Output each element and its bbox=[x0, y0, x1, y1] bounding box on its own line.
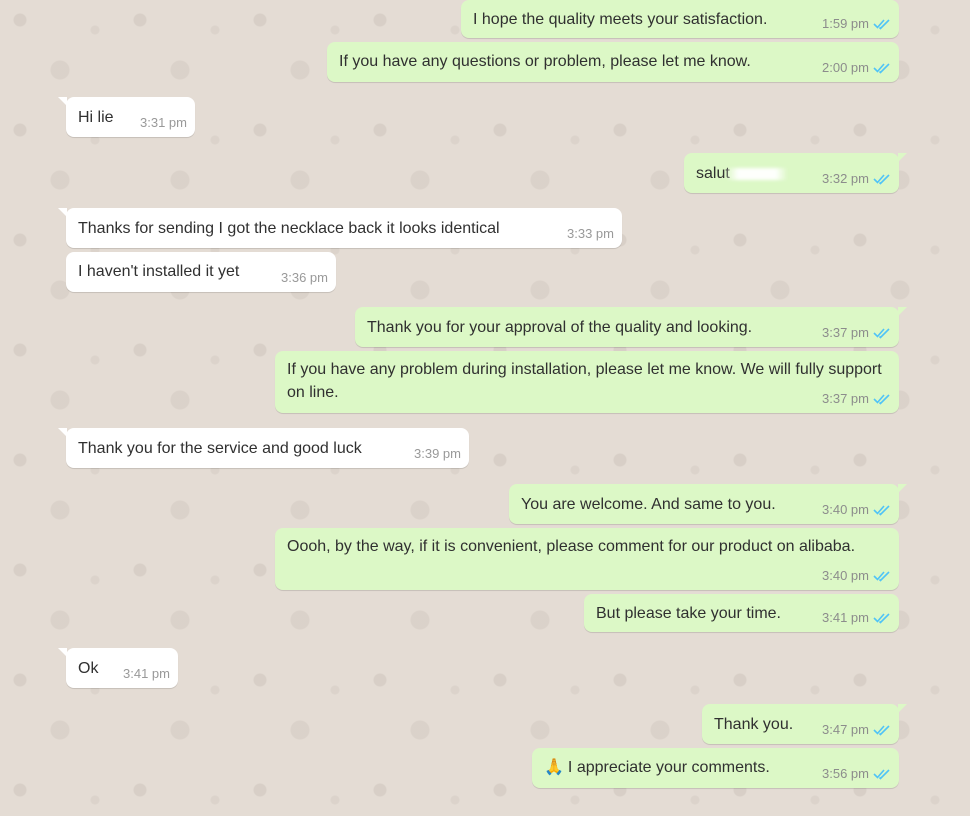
message-text: Thank you for the service and good luck bbox=[78, 440, 362, 457]
message-outgoing[interactable]: If you have any questions or problem, pl… bbox=[327, 42, 899, 82]
message-meta: 3:41 pm bbox=[123, 662, 170, 685]
double-check-icon bbox=[873, 62, 890, 74]
message-meta: 1:59 pm bbox=[822, 12, 891, 35]
message-meta: 3:47 pm bbox=[822, 718, 891, 741]
message-meta: 3:36 pm bbox=[281, 266, 328, 289]
message-time: 3:37 pm bbox=[822, 325, 869, 340]
message-incoming[interactable]: Hi lie 3:31 pm bbox=[58, 97, 195, 137]
message-text-visible: salut bbox=[696, 165, 730, 182]
message-meta: 3:40 pm bbox=[822, 498, 891, 521]
message-meta: 2:00 pm bbox=[822, 56, 891, 79]
message-text: If you have any questions or problem, pl… bbox=[339, 53, 751, 70]
double-check-icon bbox=[873, 768, 890, 780]
message-meta: 3:41 pm bbox=[822, 606, 891, 629]
folded-hands-emoji: 🙏 bbox=[544, 759, 564, 776]
message-meta: 3:31 pm bbox=[140, 111, 187, 134]
message-meta: 3:39 pm bbox=[414, 442, 461, 465]
message-time: 1:59 pm bbox=[822, 16, 869, 31]
message-meta: 3:37 pm bbox=[822, 387, 891, 410]
message-time: 3:47 pm bbox=[822, 722, 869, 737]
message-time: 3:32 pm bbox=[822, 171, 869, 186]
message-text: If you have any problem during installat… bbox=[287, 361, 882, 401]
message-text: Thank you for your approval of the quali… bbox=[367, 319, 753, 336]
message-outgoing[interactable]: Thank you for your approval of the quali… bbox=[355, 307, 907, 347]
double-check-icon bbox=[873, 570, 890, 582]
double-check-icon bbox=[873, 393, 890, 405]
message-meta: 3:40 pm bbox=[822, 564, 891, 587]
message-time: 3:33 pm bbox=[567, 226, 614, 241]
message-text: Thanks for sending I got the necklace ba… bbox=[78, 220, 500, 237]
message-text: 🙏 I appreciate your comments. bbox=[544, 756, 770, 779]
message-time: 3:37 pm bbox=[822, 391, 869, 406]
message-time: 3:41 pm bbox=[822, 610, 869, 625]
message-text: Hi lie bbox=[78, 109, 114, 126]
message-time: 3:41 pm bbox=[123, 666, 170, 681]
message-outgoing[interactable]: You are welcome. And same to you. 3:40 p… bbox=[509, 484, 907, 524]
message-text: Thank you. bbox=[714, 716, 794, 733]
double-check-icon bbox=[873, 504, 890, 516]
message-outgoing[interactable]: Thank you. 3:47 pm bbox=[702, 704, 907, 744]
message-meta: 3:33 pm bbox=[567, 222, 614, 245]
message-meta: 3:56 pm bbox=[822, 762, 891, 785]
message-time: 3:56 pm bbox=[822, 766, 869, 781]
message-time: 3:40 pm bbox=[822, 502, 869, 517]
message-time: 3:36 pm bbox=[281, 270, 328, 285]
message-time: 2:00 pm bbox=[822, 60, 869, 75]
message-time: 3:39 pm bbox=[414, 446, 461, 461]
message-text-body: I appreciate your comments. bbox=[567, 759, 770, 776]
double-check-icon bbox=[873, 724, 890, 736]
double-check-icon bbox=[873, 18, 890, 30]
message-text: You are welcome. And same to you. bbox=[521, 496, 776, 513]
message-meta: 3:32 pm bbox=[822, 167, 891, 190]
message-text: Ok bbox=[78, 660, 99, 677]
message-incoming[interactable]: Thank you for the service and good luck … bbox=[58, 428, 469, 468]
redacted-text bbox=[725, 167, 788, 180]
message-time: 3:40 pm bbox=[822, 568, 869, 583]
message-text: But please take your time. bbox=[596, 605, 781, 622]
message-text: Oooh, by the way, if it is convenient, p… bbox=[287, 538, 856, 555]
message-text: salut bbox=[696, 162, 788, 185]
double-check-icon bbox=[873, 327, 890, 339]
double-check-icon bbox=[873, 173, 890, 185]
message-outgoing[interactable]: I hope the quality meets your satisfacti… bbox=[461, 0, 899, 38]
message-meta: 3:37 pm bbox=[822, 321, 891, 344]
message-text: I hope the quality meets your satisfacti… bbox=[473, 11, 768, 28]
message-outgoing[interactable]: 🙏 I appreciate your comments. 3:56 pm bbox=[532, 748, 899, 788]
message-time: 3:31 pm bbox=[140, 115, 187, 130]
message-text: I haven't installed it yet bbox=[78, 263, 240, 280]
message-incoming[interactable]: I haven't installed it yet 3:36 pm bbox=[66, 252, 336, 292]
message-outgoing[interactable]: Oooh, by the way, if it is convenient, p… bbox=[275, 528, 899, 590]
double-check-icon bbox=[873, 612, 890, 624]
message-outgoing[interactable]: If you have any problem during installat… bbox=[275, 351, 899, 413]
message-outgoing[interactable]: salut 3:32 pm bbox=[684, 153, 907, 193]
message-outgoing[interactable]: But please take your time. 3:41 pm bbox=[584, 594, 899, 632]
message-incoming[interactable]: Thanks for sending I got the necklace ba… bbox=[58, 208, 622, 248]
message-incoming[interactable]: Ok 3:41 pm bbox=[58, 648, 178, 688]
